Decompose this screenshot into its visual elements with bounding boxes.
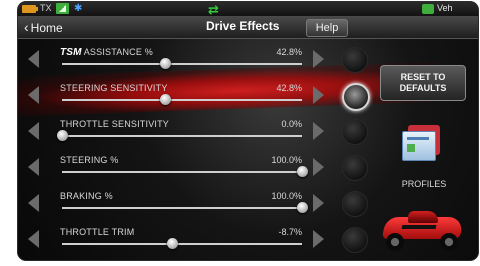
decrement-arrow-icon[interactable] bbox=[28, 194, 39, 212]
profiles-icon[interactable] bbox=[402, 125, 442, 161]
tx-label: TX bbox=[40, 3, 52, 13]
slider-thumb[interactable] bbox=[160, 94, 171, 105]
row-selector-knob[interactable] bbox=[342, 47, 368, 73]
row-selector-knob[interactable] bbox=[342, 155, 368, 181]
tsm-brand-label: TSM bbox=[60, 47, 82, 58]
reset-to-defaults-button[interactable]: RESET TO DEFAULTS bbox=[380, 65, 466, 101]
increment-arrow-icon[interactable] bbox=[313, 230, 324, 248]
setting-row[interactable]: STEERING % 100.0% bbox=[18, 149, 378, 185]
home-button[interactable]: ‹ Home bbox=[24, 18, 63, 36]
setting-row[interactable]: STEERING SENSITIVITY 42.8% bbox=[18, 77, 378, 113]
setting-label-text: ASSISTANCE % bbox=[83, 47, 153, 57]
increment-arrow-icon[interactable] bbox=[313, 50, 324, 68]
slider-track[interactable] bbox=[62, 238, 302, 249]
home-label: Home bbox=[30, 21, 63, 35]
car-wheel bbox=[386, 233, 404, 251]
decrement-arrow-icon[interactable] bbox=[28, 86, 39, 104]
setting-label: THROTTLE TRIM bbox=[60, 227, 134, 237]
slider-thumb[interactable] bbox=[160, 58, 171, 69]
setting-label: THROTTLE SENSITIVITY bbox=[60, 119, 169, 129]
setting-value: 100.0% bbox=[271, 155, 302, 165]
decrement-arrow-icon[interactable] bbox=[28, 50, 39, 68]
slider-track[interactable] bbox=[62, 94, 302, 105]
vehicle-icon bbox=[422, 4, 434, 14]
device-screen: TX ✱ ⇄ Veh ‹ Home Drive Effects Help TSM A… bbox=[18, 2, 478, 260]
setting-label-text: BRAKING % bbox=[60, 191, 113, 201]
chevron-left-icon: ‹ bbox=[24, 19, 29, 35]
setting-value: -8.7% bbox=[278, 227, 302, 237]
row-selector-knob[interactable] bbox=[342, 119, 368, 145]
increment-arrow-icon[interactable] bbox=[313, 194, 324, 212]
row-selector-knob[interactable] bbox=[342, 83, 370, 111]
slider-thumb[interactable] bbox=[167, 238, 178, 249]
vehicle-label: Veh bbox=[437, 3, 453, 13]
slider-track[interactable] bbox=[62, 202, 308, 213]
slider-track[interactable] bbox=[62, 58, 302, 69]
setting-row[interactable]: THROTTLE TRIM -8.7% bbox=[18, 221, 378, 257]
increment-arrow-icon[interactable] bbox=[313, 158, 324, 176]
decrement-arrow-icon[interactable] bbox=[28, 230, 39, 248]
setting-label-text: THROTTLE SENSITIVITY bbox=[60, 119, 170, 129]
settings-panel: TSM ASSISTANCE % 42.8% STEERING SENSITIVITY… bbox=[18, 39, 478, 260]
profiles-icon-front bbox=[402, 131, 436, 161]
setting-label: TSM ASSISTANCE % bbox=[60, 47, 153, 58]
battery-icon bbox=[22, 5, 38, 13]
setting-label-text: STEERING SENSITIVITY bbox=[60, 83, 168, 93]
setting-label: STEERING % bbox=[60, 155, 119, 165]
page-title: Drive Effects bbox=[206, 19, 280, 33]
setting-label-text: STEERING % bbox=[60, 155, 119, 165]
car-cab bbox=[408, 211, 438, 223]
profiles-label[interactable]: PROFILES bbox=[384, 179, 464, 189]
setting-label-text: THROTTLE TRIM bbox=[60, 227, 135, 237]
setting-value: 100.0% bbox=[271, 191, 302, 201]
status-bar: TX ✱ ⇄ Veh bbox=[18, 2, 478, 17]
vehicle-image bbox=[378, 207, 468, 255]
reset-label-line1: RESET TO bbox=[400, 72, 446, 82]
setting-value: 42.8% bbox=[276, 47, 302, 57]
help-button[interactable]: Help bbox=[306, 19, 348, 37]
nav-bar: ‹ Home Drive Effects Help bbox=[18, 16, 478, 39]
decrement-arrow-icon[interactable] bbox=[28, 122, 39, 140]
setting-label: BRAKING % bbox=[60, 191, 113, 201]
setting-row[interactable]: THROTTLE SENSITIVITY 0.0% bbox=[18, 113, 378, 149]
slider-track[interactable] bbox=[57, 130, 302, 141]
slider-track[interactable] bbox=[62, 166, 308, 177]
setting-label: STEERING SENSITIVITY bbox=[60, 83, 168, 93]
signal-icon bbox=[56, 3, 69, 14]
reset-label-line2: DEFAULTS bbox=[399, 83, 447, 93]
car-wheel bbox=[440, 233, 458, 251]
setting-value: 0.0% bbox=[281, 119, 302, 129]
row-selector-knob[interactable] bbox=[342, 227, 368, 253]
slider-thumb[interactable] bbox=[297, 202, 308, 213]
bluetooth-icon: ✱ bbox=[74, 3, 83, 14]
slider-thumb[interactable] bbox=[57, 130, 68, 141]
setting-row[interactable]: BRAKING % 100.0% bbox=[18, 185, 378, 221]
decrement-arrow-icon[interactable] bbox=[28, 158, 39, 176]
increment-arrow-icon[interactable] bbox=[313, 86, 324, 104]
car-stripe bbox=[401, 225, 437, 229]
setting-row[interactable]: TSM ASSISTANCE % 42.8% bbox=[18, 41, 378, 77]
setting-value: 42.8% bbox=[276, 83, 302, 93]
row-selector-knob[interactable] bbox=[342, 191, 368, 217]
increment-arrow-icon[interactable] bbox=[313, 122, 324, 140]
slider-thumb[interactable] bbox=[297, 166, 308, 177]
